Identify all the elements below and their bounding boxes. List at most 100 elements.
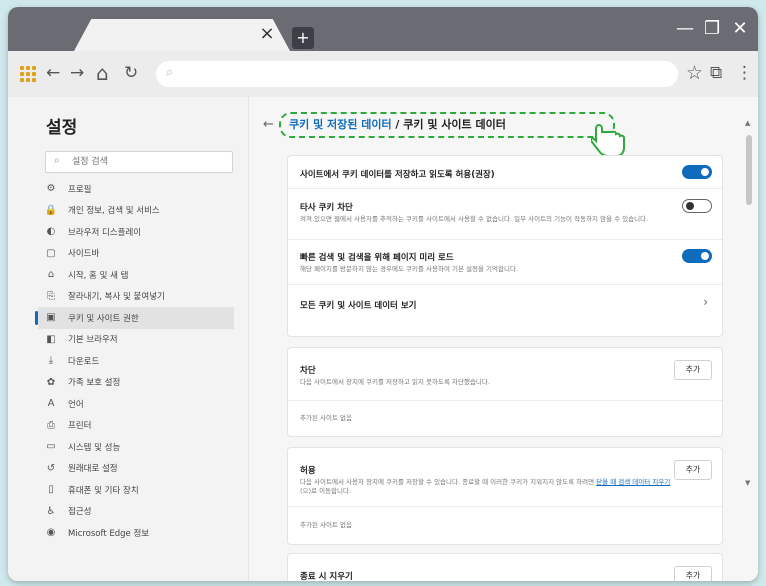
sidebar-item-icon: ✿ [46, 376, 56, 388]
allow-description: 다음 사이트에서 사용자 장치에 쿠키를 저장할 수 있습니다. 종료할 때 이… [300, 478, 680, 496]
sidebar-item-icon: ▢ [46, 247, 56, 259]
clear-on-exit-add-button[interactable]: 추가 [674, 566, 712, 581]
setting-title: 사이트에서 쿠키 데이터를 저장하고 읽도록 허용(권장) [300, 170, 495, 180]
sidebar-item[interactable]: ▢ 사이드바 [44, 243, 234, 265]
setting-title: 타사 쿠키 차단 [300, 203, 353, 213]
scroll-up-icon[interactable]: ▲ [745, 119, 750, 127]
sidebar-item-label: 접근성 [68, 507, 92, 518]
favorite-star-icon[interactable]: ☆ [686, 62, 703, 84]
sidebar-item[interactable]: ⌂ 시작, 홈 및 새 탭 [44, 264, 234, 286]
sidebar-item[interactable]: ▭ 시스템 및 성능 [44, 436, 234, 458]
back-arrow-icon[interactable]: ← [263, 117, 274, 132]
tab-close-icon[interactable]: × [258, 25, 276, 43]
block-description: 다음 사이트에서 장치에 쿠키를 저장하고 읽지 못하도록 차단했습니다. [300, 378, 490, 386]
allow-title: 허용 [300, 466, 316, 476]
collections-icon[interactable]: ⧉ [710, 62, 722, 84]
settings-search[interactable]: ⌕ [45, 151, 233, 173]
block-empty-text: 추가된 사이트 없음 [300, 414, 352, 422]
sidebar-item-label: Microsoft Edge 정보 [68, 528, 150, 539]
sidebar-item-icon: ◐ [46, 226, 56, 238]
sidebar-nav: ⚙ 프로필 🔒 개인 정보, 검색 및 서비스 ◐ 브라우저 디스플레이 ▢ 사이드바 ⌂ 시작,… [35, 178, 234, 544]
menu-icon[interactable]: ⋮ [736, 62, 753, 84]
sidebar-item[interactable]: ✿ 가족 보호 설정 [44, 372, 234, 394]
allow-desc-text: 다음 사이트에서 사용자 장치에 쿠키를 저장할 수 있습니다. 종료할 때 이… [300, 478, 595, 486]
sidebar-item[interactable]: ⚙ 프로필 [44, 178, 234, 200]
sidebar-item-icon: ▯ [48, 484, 54, 496]
block-title: 차단 [300, 366, 316, 376]
preload-pages-toggle[interactable] [682, 249, 712, 263]
sidebar-item-label: 언어 [68, 399, 84, 410]
breadcrumb-link[interactable]: 쿠키 및 저장된 데이터 [289, 118, 392, 131]
sidebar-item[interactable]: A 언어 [44, 393, 234, 415]
title-bar: × + — ❐ ✕ [8, 7, 758, 51]
setting-row-see-all-cookies[interactable]: 모든 쿠키 및 사이트 데이터 보기 › [288, 285, 722, 323]
sidebar-item-label: 다운로드 [68, 356, 100, 367]
allow-cookies-toggle[interactable] [682, 165, 712, 179]
back-arrow-icon[interactable]: ← [46, 62, 60, 84]
sidebar-item-label: 쿠키 및 사이트 권한 [68, 313, 139, 324]
search-icon: ⌕ [54, 155, 60, 166]
settings-page: 설정 ⌕ ⚙ 프로필 🔒 개인 정보, 검색 및 서비스 ◐ 브라우저 디스플레이 ▢ 사이드… [8, 97, 758, 581]
sidebar-item-icon: ⌂ [47, 269, 55, 281]
sidebar-item[interactable]: ⤓ 다운로드 [44, 350, 234, 372]
sidebar-item-icon: ⎙ [47, 419, 55, 431]
sidebar-item-label: 시작, 홈 및 새 탭 [68, 270, 129, 281]
allow-desc-suffix: (으)로 이동합니다. [300, 487, 352, 495]
scrollbar[interactable]: ▲ ▼ [744, 109, 754, 489]
sidebar-item[interactable]: ▯ 휴대폰 및 기타 장치 [44, 479, 234, 501]
clear-on-exit-title: 종료 시 지우기 [300, 572, 353, 581]
sidebar-item[interactable]: ⎘ 잘라내기, 복사 및 붙여넣기 [44, 286, 234, 308]
scrollbar-thumb[interactable] [746, 135, 752, 205]
setting-row-allow-cookies: 사이트에서 쿠키 데이터를 저장하고 읽도록 허용(권장) [288, 156, 722, 189]
refresh-icon[interactable]: ↻ [124, 62, 138, 84]
sidebar-item-icon: ♿ [46, 505, 56, 517]
allow-empty-text: 추가된 사이트 없음 [300, 521, 352, 529]
block-header: 차단 다음 사이트에서 장치에 쿠키를 저장하고 읽지 못하도록 차단했습니다.… [288, 348, 722, 401]
setting-row-block-third-party: 타사 쿠키 차단 켜져 있으면 웹에서 사용자를 추적하는 쿠키를 사이트에서 … [288, 189, 722, 240]
search-input[interactable] [70, 153, 224, 171]
sidebar-item-label: 잘라내기, 복사 및 붙여넣기 [68, 292, 165, 303]
sidebar-item[interactable]: ◉ Microsoft Edge 정보 [44, 522, 234, 544]
sidebar-title: 설정 [46, 118, 78, 138]
block-add-button[interactable]: 추가 [674, 360, 712, 380]
sidebar-item-icon: ⚙ [46, 183, 56, 195]
breadcrumb-current: 쿠키 및 사이트 데이터 [403, 118, 506, 131]
setting-description: 해당 페이지를 방문하지 않는 경우에도 쿠키를 사용하여 기본 설정을 기억합… [300, 265, 519, 273]
sidebar-item-icon: ▣ [46, 312, 56, 324]
forward-arrow-icon[interactable]: → [70, 62, 84, 84]
setting-title: 모든 쿠키 및 사이트 데이터 보기 [300, 301, 417, 311]
apps-grid-icon[interactable] [20, 66, 36, 82]
sidebar-item[interactable]: ⎙ 프린터 [44, 415, 234, 437]
address-bar[interactable]: ⌕ [156, 61, 678, 87]
setting-title: 빠른 검색 및 검색을 위해 페이지 미리 로드 [300, 253, 454, 263]
sidebar-item-icon: ↺ [46, 462, 56, 474]
restore-icon[interactable]: ❐ [704, 18, 720, 39]
new-tab-button[interactable]: + [292, 27, 314, 49]
cookie-settings-card: 사이트에서 쿠키 데이터를 저장하고 읽도록 허용(권장) 타사 쿠키 차단 켜… [287, 155, 723, 337]
search-icon: ⌕ [166, 65, 174, 80]
sidebar-item-label: 사이드바 [68, 249, 100, 260]
minimize-icon[interactable]: — [676, 18, 694, 39]
sidebar-item[interactable]: ▣ 쿠키 및 사이트 권한 [35, 307, 234, 329]
scroll-down-icon[interactable]: ▼ [745, 479, 750, 487]
sidebar-item[interactable]: 🔒 개인 정보, 검색 및 서비스 [44, 200, 234, 222]
sidebar-item-icon: ⎘ [47, 290, 55, 302]
browser-toolbar: ← → ⌂ ↻ ⌕ ☆ ⧉ ⋮ [8, 51, 758, 97]
close-icon[interactable]: ✕ [732, 18, 748, 39]
sidebar-item[interactable]: ◧ 기본 브라우저 [44, 329, 234, 351]
home-icon[interactable]: ⌂ [96, 62, 109, 84]
sidebar-item[interactable]: ◐ 브라우저 디스플레이 [44, 221, 234, 243]
allow-add-button[interactable]: 추가 [674, 460, 712, 480]
block-third-party-toggle[interactable] [682, 199, 712, 213]
sidebar-item-icon: ⤓ [48, 355, 54, 367]
sidebar-item-label: 프로필 [68, 184, 92, 195]
sidebar-item[interactable]: ↺ 원래대로 설정 [44, 458, 234, 480]
sidebar-item[interactable]: ♿ 접근성 [44, 501, 234, 523]
sidebar-item-label: 프린터 [68, 421, 92, 432]
sidebar-item-icon: 🔒 [44, 204, 58, 216]
setting-row-preload: 빠른 검색 및 검색을 위해 페이지 미리 로드 해당 페이지를 방문하지 않는… [288, 240, 722, 285]
sidebar-item-label: 원래대로 설정 [68, 464, 118, 475]
setting-description: 켜져 있으면 웹에서 사용자를 추적하는 쿠키를 사이트에서 사용할 수 없습니… [300, 215, 649, 223]
clear-on-close-link[interactable]: 닫을 때 검색 데이터 지우기 [596, 478, 670, 486]
window-controls: — ❐ ✕ [676, 18, 748, 39]
